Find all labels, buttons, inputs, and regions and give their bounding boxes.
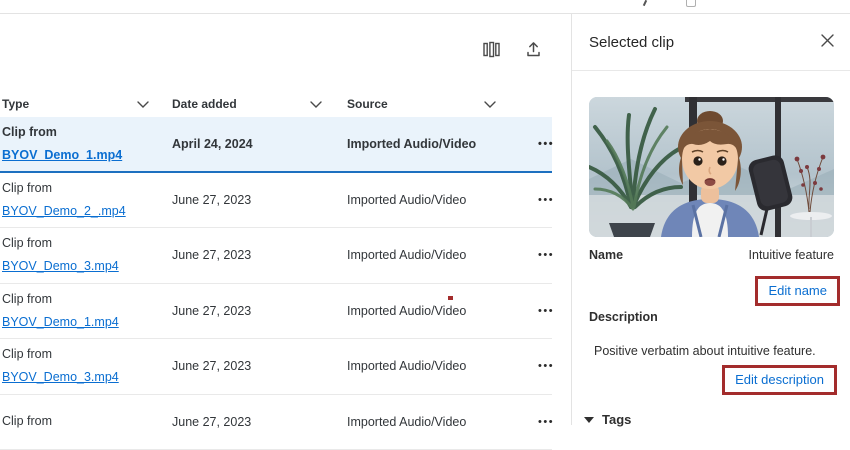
name-label: Name — [589, 248, 623, 262]
clip-type-cell: Clip from — [0, 410, 172, 433]
date-added-cell: April 24, 2024 — [172, 137, 347, 151]
table-row[interactable]: Clip from June 27, 2023 Imported Audio/V… — [0, 395, 552, 450]
row-menu-button[interactable]: ••• — [510, 360, 554, 372]
close-icon — [820, 33, 835, 51]
columns-icon — [482, 40, 501, 59]
column-header-source[interactable]: Source — [347, 97, 510, 111]
row-menu-button[interactable]: ••• — [510, 249, 554, 261]
column-header-date-added[interactable]: Date added — [172, 97, 347, 111]
chevron-down-icon[interactable] — [137, 97, 149, 111]
date-added-cell: June 27, 2023 — [172, 248, 347, 262]
panel-title: Selected clip — [589, 34, 674, 51]
clip-type-cell: Clip from BYOV_Demo_3.mp4 — [0, 232, 172, 278]
row-menu-button[interactable]: ••• — [510, 138, 554, 150]
clip-library-table: Type Date added Source Clip from BYOV_D — [0, 90, 552, 450]
upload-icon — [524, 40, 543, 59]
date-added-cell: June 27, 2023 — [172, 304, 347, 318]
edit-description-annotation-box: Edit description — [722, 365, 837, 395]
date-added-cell: June 27, 2023 — [172, 359, 347, 373]
clip-type-prefix: Clip from — [2, 292, 52, 306]
column-label: Source — [347, 97, 388, 111]
selected-clip-panel: Selected clip — [571, 14, 850, 425]
table-row[interactable]: Clip from BYOV_Demo_3.mp4 June 27, 2023 … — [0, 339, 552, 395]
edit-description-link[interactable]: Edit description — [735, 372, 824, 387]
row-menu-button[interactable]: ••• — [510, 305, 554, 317]
caret-down-icon — [584, 417, 594, 423]
edit-name-link[interactable]: Edit name — [768, 283, 827, 298]
clip-type-cell: Clip from BYOV_Demo_2_.mp4 — [0, 177, 172, 223]
column-label: Type — [2, 97, 29, 111]
clip-type-prefix: Clip from — [2, 236, 52, 250]
clip-type-prefix: Clip from — [2, 125, 57, 139]
table-body: Clip from BYOV_Demo_1.mp4 April 24, 2024… — [0, 117, 552, 450]
source-cell: Imported Audio/Video — [347, 193, 510, 207]
panel-divider — [572, 70, 850, 71]
clip-type-prefix: Clip from — [2, 414, 52, 428]
settings-icon — [686, 0, 696, 7]
date-added-cell: June 27, 2023 — [172, 415, 347, 429]
row-menu-button[interactable]: ••• — [510, 416, 554, 428]
source-cell: Imported Audio/Video — [347, 137, 510, 151]
clip-file-link[interactable]: BYOV_Demo_3.mp4 — [2, 259, 119, 273]
column-header-type[interactable]: Type — [0, 97, 172, 111]
description-label: Description — [589, 310, 658, 324]
clip-type-cell: Clip from BYOV_Demo_3.mp4 — [0, 343, 172, 389]
table-header: Type Date added Source — [0, 90, 552, 117]
upload-button[interactable] — [522, 38, 544, 60]
annotation-dot — [448, 296, 453, 300]
clip-type-cell: Clip from BYOV_Demo_1.mp4 — [0, 288, 172, 334]
clip-file-link[interactable]: BYOV_Demo_1.mp4 — [2, 315, 119, 329]
source-cell: Imported Audio/Video — [347, 248, 510, 262]
clip-type-cell: Clip from BYOV_Demo_1.mp4 — [0, 121, 172, 167]
clip-file-link[interactable]: BYOV_Demo_1.mp4 — [2, 148, 122, 162]
chevron-down-icon[interactable] — [484, 97, 496, 111]
clip-thumbnail — [589, 97, 834, 237]
table-row[interactable]: Clip from BYOV_Demo_1.mp4 June 27, 2023 … — [0, 284, 552, 340]
table-row[interactable]: Clip from BYOV_Demo_2_.mp4 June 27, 2023… — [0, 173, 552, 229]
close-button[interactable] — [818, 33, 836, 51]
name-row: Name Intuitive feature — [589, 248, 834, 262]
source-cell: Imported Audio/Video — [347, 415, 510, 429]
clip-type-prefix: Clip from — [2, 347, 52, 361]
table-row[interactable]: Clip from BYOV_Demo_3.mp4 June 27, 2023 … — [0, 228, 552, 284]
column-label: Date added — [172, 97, 237, 111]
date-added-cell: June 27, 2023 — [172, 193, 347, 207]
name-value: Intuitive feature — [749, 248, 834, 262]
description-value: Positive verbatim about intuitive featur… — [594, 344, 816, 358]
clip-type-prefix: Clip from — [2, 181, 52, 195]
source-cell: Imported Audio/Video — [347, 359, 510, 373]
clip-file-link[interactable]: BYOV_Demo_3.mp4 — [2, 370, 119, 384]
edit-name-annotation-box: Edit name — [755, 276, 840, 306]
clip-file-link[interactable]: BYOV_Demo_2_.mp4 — [2, 204, 126, 218]
columns-view-button[interactable] — [480, 38, 502, 60]
table-row[interactable]: Clip from BYOV_Demo_1.mp4 April 24, 2024… — [0, 117, 552, 173]
chevron-down-icon[interactable] — [310, 97, 322, 111]
search-icon — [643, 0, 647, 6]
source-cell: Imported Audio/Video — [347, 304, 510, 318]
row-menu-button[interactable]: ••• — [510, 194, 554, 206]
library-toolbar — [480, 38, 544, 60]
